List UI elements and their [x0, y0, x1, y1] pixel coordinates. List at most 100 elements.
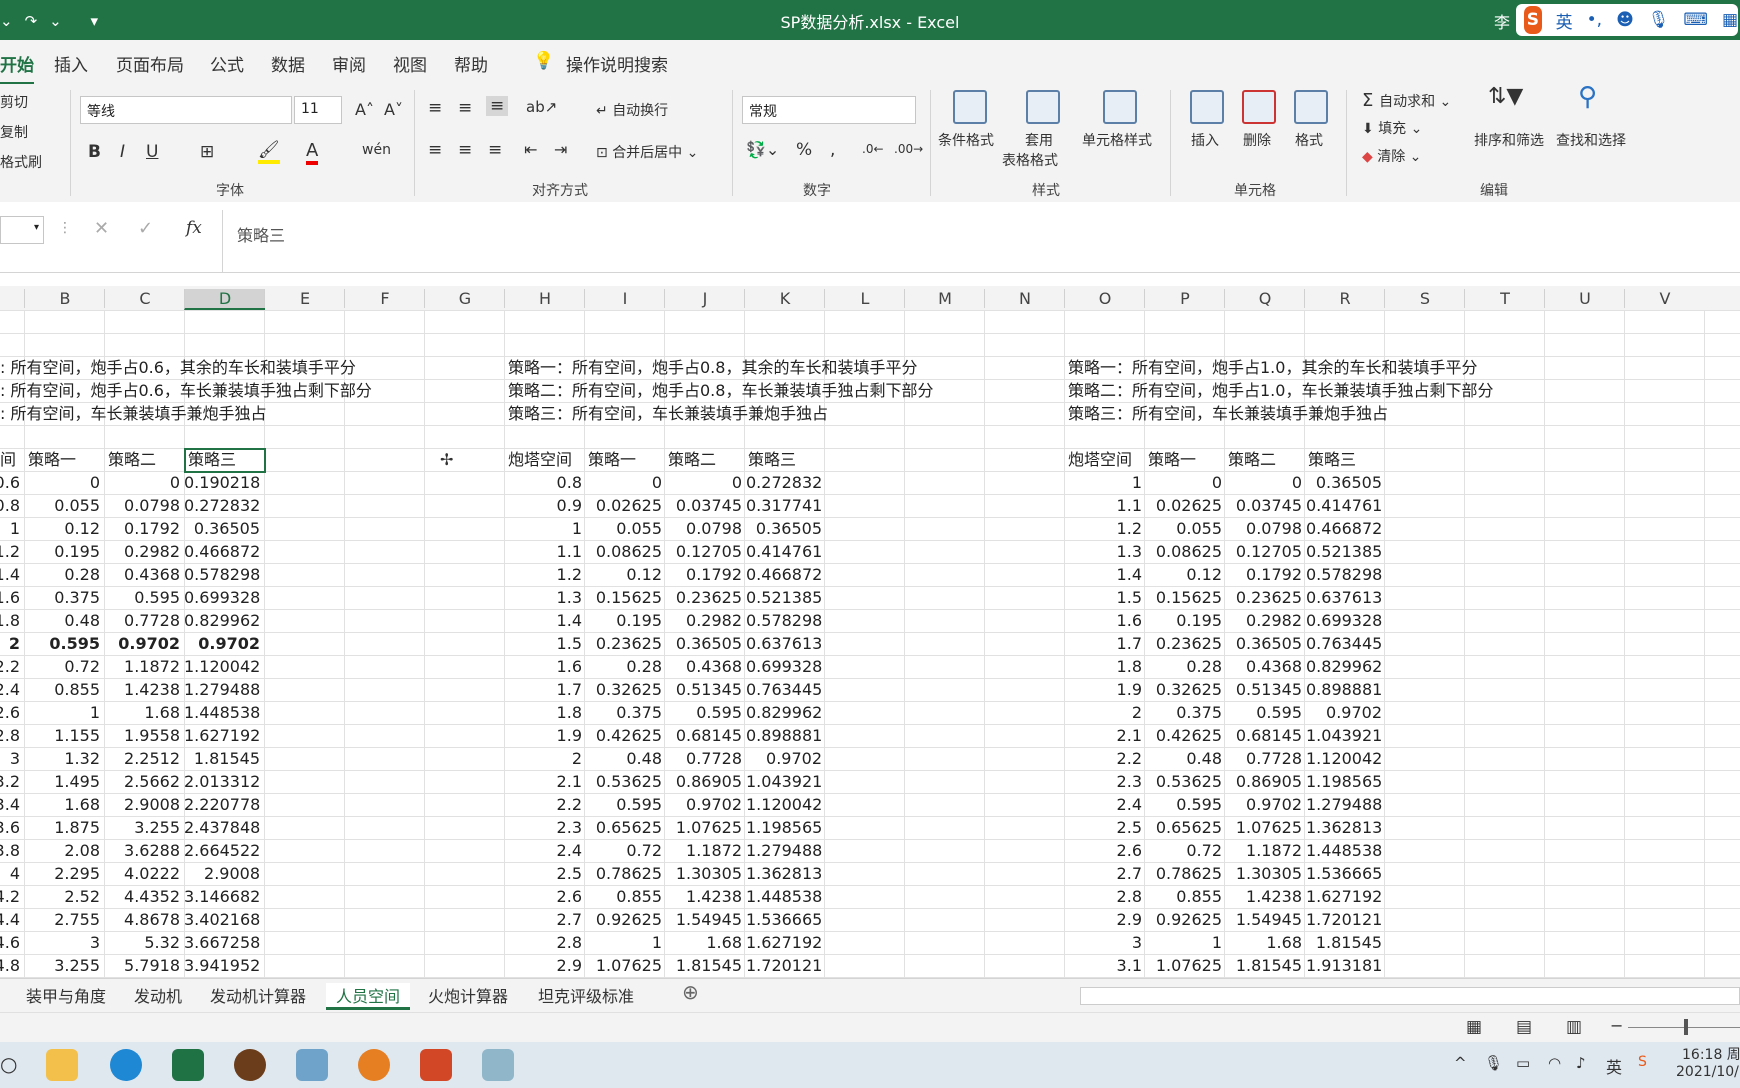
header-cell[interactable]: 策略一: [588, 448, 636, 471]
data-cell[interactable]: 1.448538: [184, 701, 260, 724]
sheet-tab-armor[interactable]: 装甲与角度: [26, 983, 106, 1007]
note-cell[interactable]: 策略一：所有空间，炮手占1.0，其余的车长和装填手平分: [1068, 356, 1477, 379]
data-cell[interactable]: 0: [666, 471, 742, 494]
font-name-select[interactable]: 等线: [80, 96, 292, 124]
italic-icon[interactable]: I: [120, 142, 125, 162]
data-cell[interactable]: 0.36505: [184, 517, 260, 540]
data-cell[interactable]: 1.627192: [746, 931, 822, 954]
data-cell[interactable]: 1.4: [506, 609, 582, 632]
add-sheet-icon[interactable]: ⊕: [682, 980, 699, 1004]
header-cell[interactable]: 策略一: [28, 448, 76, 471]
data-cell[interactable]: 1.68: [104, 701, 180, 724]
data-cell[interactable]: 2.2: [0, 655, 20, 678]
data-cell[interactable]: 0.68145: [666, 724, 742, 747]
data-cell[interactable]: 1.720121: [746, 954, 822, 977]
data-cell[interactable]: 1: [1146, 931, 1222, 954]
data-cell[interactable]: 1.448538: [746, 885, 822, 908]
column-header-h[interactable]: H: [504, 289, 585, 308]
tab-help[interactable]: 帮助: [454, 51, 488, 76]
data-cell[interactable]: 2.7: [506, 908, 582, 931]
data-cell[interactable]: 1.07625: [666, 816, 742, 839]
clock-time[interactable]: 16:18 周: [1682, 1044, 1740, 1064]
note-cell[interactable]: 策略三：所有空间，车长兼装填手兼炮手独占: [1068, 402, 1388, 425]
data-cell[interactable]: 1.07625: [1226, 816, 1302, 839]
column-header-b[interactable]: B: [24, 289, 105, 308]
tab-view[interactable]: 视图: [393, 51, 427, 76]
data-cell[interactable]: 5.7918: [104, 954, 180, 977]
data-cell[interactable]: 1: [1066, 471, 1142, 494]
data-cell[interactable]: 0.1792: [666, 563, 742, 586]
find-select-button[interactable]: 查找和选择: [1556, 130, 1626, 150]
data-cell[interactable]: 0.595: [586, 793, 662, 816]
tab-review[interactable]: 审阅: [332, 51, 366, 76]
tab-insert[interactable]: 插入: [54, 51, 88, 76]
column-header-r[interactable]: R: [1304, 289, 1385, 308]
data-cell[interactable]: 2.6: [0, 701, 20, 724]
data-cell[interactable]: 1.279488: [184, 678, 260, 701]
underline-icon[interactable]: U: [146, 142, 158, 162]
data-cell[interactable]: 0.28: [1146, 655, 1222, 678]
data-cell[interactable]: 2.4: [1066, 793, 1142, 816]
data-cell[interactable]: 1.120042: [184, 655, 260, 678]
tab-page-layout[interactable]: 页面布局: [116, 51, 184, 76]
emoji-icon[interactable]: ☻: [1616, 10, 1634, 30]
data-cell[interactable]: 1.536665: [746, 908, 822, 931]
data-cell[interactable]: 0.414761: [1306, 494, 1382, 517]
decrease-indent-icon[interactable]: ⇤: [524, 140, 537, 159]
shrink-font-icon[interactable]: A˅: [384, 100, 403, 119]
data-cell[interactable]: 0.9702: [1306, 701, 1382, 724]
data-cell[interactable]: 0.9702: [746, 747, 822, 770]
data-cell[interactable]: 1.4238: [104, 678, 180, 701]
data-cell[interactable]: 0.36505: [1226, 632, 1302, 655]
tell-me-search[interactable]: 操作说明搜索: [566, 51, 668, 76]
data-cell[interactable]: 3.1: [1066, 954, 1142, 977]
data-cell[interactable]: 1.4238: [1226, 885, 1302, 908]
data-cell[interactable]: 2.4: [0, 678, 20, 701]
data-cell[interactable]: 2.2: [506, 793, 582, 816]
formula-input[interactable]: 策略三: [222, 210, 1740, 272]
column-header-k[interactable]: K: [744, 289, 825, 308]
column-header-q[interactable]: Q: [1224, 289, 1305, 308]
header-cell[interactable]: 策略三: [1308, 448, 1356, 471]
data-cell[interactable]: 0.4368: [1226, 655, 1302, 678]
note-cell[interactable]: 策略二：所有空间，炮手占1.0，车长兼装填手独占剩下部分: [1068, 379, 1493, 402]
data-cell[interactable]: 0.7728: [1226, 747, 1302, 770]
data-cell[interactable]: 1.2: [1066, 517, 1142, 540]
sheet-tab-engine[interactable]: 发动机: [134, 983, 182, 1007]
data-cell[interactable]: 1.279488: [1306, 793, 1382, 816]
data-cell[interactable]: 1.1: [1066, 494, 1142, 517]
data-cell[interactable]: 1.279488: [746, 839, 822, 862]
data-cell[interactable]: 3.941952: [184, 954, 260, 977]
data-cell[interactable]: 2.295: [24, 862, 100, 885]
header-cell[interactable]: 策略三: [748, 448, 796, 471]
data-cell[interactable]: 3.6: [0, 816, 20, 839]
merge-center-button[interactable]: ⊡ 合并后居中 ⌄: [596, 142, 698, 162]
find-icon[interactable]: ⚲: [1578, 82, 1597, 112]
data-cell[interactable]: 0.72: [24, 655, 100, 678]
data-cell[interactable]: 1.7: [1066, 632, 1142, 655]
data-cell[interactable]: 2.013312: [184, 770, 260, 793]
data-cell[interactable]: 0.578298: [1306, 563, 1382, 586]
data-cell[interactable]: 0.055: [586, 517, 662, 540]
data-cell[interactable]: 0.1792: [1226, 563, 1302, 586]
data-cell[interactable]: 5.32: [104, 931, 180, 954]
data-cell[interactable]: 0: [1226, 471, 1302, 494]
data-cell[interactable]: 0.8: [0, 494, 20, 517]
data-cell[interactable]: 1.043921: [1306, 724, 1382, 747]
data-cell[interactable]: 1.54945: [666, 908, 742, 931]
data-cell[interactable]: 2.7: [1066, 862, 1142, 885]
app-icon[interactable]: [358, 1049, 390, 1081]
data-cell[interactable]: 1.8: [1066, 655, 1142, 678]
data-cell[interactable]: 3.4: [0, 793, 20, 816]
increase-decimal-icon[interactable]: .0←: [862, 142, 884, 156]
file-explorer-icon[interactable]: [46, 1049, 78, 1081]
data-cell[interactable]: 0.15625: [1146, 586, 1222, 609]
data-cell[interactable]: 0.92625: [1146, 908, 1222, 931]
comma-icon[interactable]: ,: [830, 140, 835, 160]
delete-cells-icon[interactable]: [1242, 90, 1276, 128]
data-cell[interactable]: 0.12705: [1226, 540, 1302, 563]
data-cell[interactable]: 1.198565: [746, 816, 822, 839]
header-cell[interactable]: 策略三: [188, 448, 236, 471]
data-cell[interactable]: 0.36505: [746, 517, 822, 540]
zoom-out-icon[interactable]: −: [1610, 1016, 1623, 1035]
